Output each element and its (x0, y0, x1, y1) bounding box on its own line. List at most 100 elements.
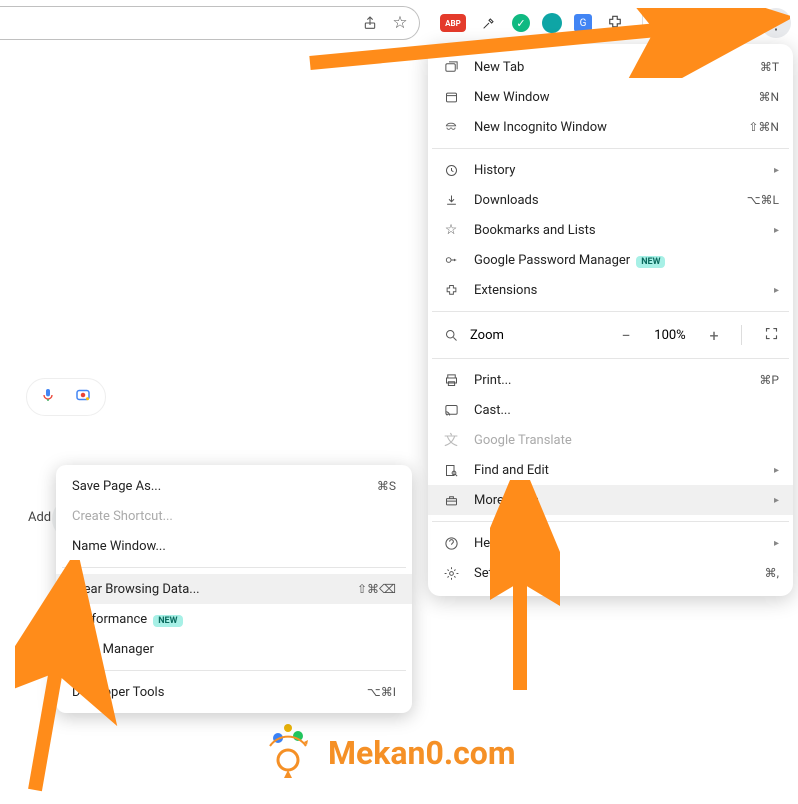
star-icon: ☆ (442, 222, 460, 238)
menu-help[interactable]: Help ▸ (428, 528, 793, 558)
shortcut: ⇧⌘⌫ (357, 582, 396, 596)
menu-label: Settings (474, 566, 751, 581)
divider (432, 311, 789, 312)
incognito-icon (442, 120, 460, 134)
menu-more-tools[interactable]: More Tools ▸ (428, 485, 793, 515)
menu-new-window[interactable]: New Window ⌘N (428, 82, 793, 112)
extensions-puzzle-icon[interactable] (604, 12, 626, 34)
menu-label: New Incognito Window (474, 120, 734, 135)
eyedropper-icon[interactable] (478, 12, 500, 34)
shortcut: ⌥⌘I (367, 685, 396, 699)
grammarly-icon[interactable]: ✓ (512, 14, 530, 32)
chevron-right-icon: ▸ (774, 495, 779, 506)
new-badge: NEW (153, 615, 182, 627)
submenu-clear-browsing-data[interactable]: Clear Browsing Data... ⇧⌘⌫ (56, 574, 412, 604)
menu-label: Bookmarks and Lists (474, 223, 756, 238)
menu-label: Save Page As... (72, 479, 377, 494)
search-tools (26, 378, 106, 416)
separator (642, 12, 643, 34)
separator (741, 325, 742, 345)
menu-label: Help (474, 536, 756, 551)
zoom-icon (442, 328, 460, 343)
menu-password-manager[interactable]: Google Password ManagerNEW (428, 245, 793, 275)
menu-label: Create Shortcut... (72, 509, 396, 524)
menu-label: Find and Edit (474, 463, 756, 478)
shortcut: ⌘T (760, 60, 779, 74)
zoom-value: 100% (647, 328, 693, 343)
chevron-right-icon: ▸ (774, 225, 779, 236)
print-icon (442, 373, 460, 388)
profile-icon[interactable] (727, 12, 749, 34)
menu-new-tab[interactable]: New Tab ⌘T (428, 52, 793, 82)
zoom-in-button[interactable]: + (703, 326, 725, 345)
submenu-create-shortcut: Create Shortcut... (56, 501, 412, 531)
chevron-right-icon: ▸ (774, 165, 779, 176)
gear-icon (442, 566, 460, 581)
divider (62, 567, 406, 568)
abp-icon[interactable]: ABP (440, 14, 466, 32)
menu-zoom: Zoom − 100% + (428, 318, 793, 352)
chevron-right-icon: ▸ (774, 538, 779, 549)
reading-list-icon[interactable] (659, 12, 681, 34)
shortcut: ⌥⌘L (747, 193, 779, 207)
zoom-out-button[interactable]: − (615, 326, 637, 345)
menu-label: Extensions (474, 283, 756, 298)
url-bar[interactable]: ☆ (0, 6, 420, 40)
submenu-developer-tools[interactable]: Developer Tools ⌥⌘I (56, 677, 412, 707)
share-icon[interactable] (359, 12, 381, 34)
menu-label: Print... (474, 373, 745, 388)
submenu-save-page[interactable]: Save Page As... ⌘S (56, 471, 412, 501)
kebab-menu-button[interactable]: ⋮ (761, 8, 791, 38)
mekan0-logo: Mekan0.com (258, 718, 516, 788)
menu-label: Task Manager (72, 642, 396, 657)
new-window-icon (442, 90, 460, 105)
menu-label: New Window (474, 90, 744, 105)
menu-find-edit[interactable]: Find and Edit ▸ (428, 455, 793, 485)
menu-label: History (474, 163, 756, 178)
menu-label: Clear Browsing Data... (72, 582, 357, 597)
logo-text: Mekan0.com (328, 734, 516, 772)
menu-label: Google Translate (474, 433, 779, 448)
menu-label: Cast... (474, 403, 779, 418)
menu-label: New Tab (474, 60, 746, 75)
extension-icons: ABP ✓ G ⋮ (420, 8, 791, 38)
menu-history[interactable]: History ▸ (428, 155, 793, 185)
search-icon (442, 463, 460, 478)
menu-extensions[interactable]: Extensions ▸ (428, 275, 793, 305)
menu-incognito[interactable]: New Incognito Window ⇧⌘N (428, 112, 793, 142)
help-icon (442, 536, 460, 551)
divider (62, 670, 406, 671)
menu-label: Google Password ManagerNEW (474, 253, 779, 268)
menu-print[interactable]: Print... ⌘P (428, 365, 793, 395)
menu-translate: 文 Google Translate (428, 425, 793, 455)
menu-label: More Tools (474, 493, 756, 508)
add-shortcut-label: Add (28, 510, 51, 525)
submenu-name-window[interactable]: Name Window... (56, 531, 412, 561)
google-translate-icon[interactable]: G (574, 14, 592, 32)
toolbox-icon (442, 493, 460, 508)
puzzle-icon (442, 283, 460, 298)
menu-downloads[interactable]: Downloads ⌥⌘L (428, 185, 793, 215)
surfshark-icon[interactable] (542, 13, 562, 33)
download-icon (442, 193, 460, 208)
menu-label: Name Window... (72, 539, 396, 554)
shortcut: ⌘N (758, 90, 779, 104)
menu-cast[interactable]: Cast... (428, 395, 793, 425)
browser-toolbar: ☆ ABP ✓ G ⋮ (0, 0, 798, 46)
fullscreen-icon[interactable] (764, 326, 779, 345)
menu-settings[interactable]: Settings ⌘, (428, 558, 793, 588)
divider (432, 521, 789, 522)
translate-icon: 文 (442, 430, 460, 450)
menu-bookmarks[interactable]: ☆ Bookmarks and Lists ▸ (428, 215, 793, 245)
cast-icon (442, 403, 460, 418)
chevron-right-icon: ▸ (774, 285, 779, 296)
submenu-performance[interactable]: PerformanceNEW (56, 604, 412, 634)
divider (432, 148, 789, 149)
new-tab-icon (442, 60, 460, 75)
menu-label: Downloads (474, 193, 733, 208)
star-icon[interactable]: ☆ (389, 12, 411, 34)
lens-icon[interactable] (74, 386, 92, 408)
voice-search-icon[interactable] (40, 385, 56, 409)
submenu-task-manager[interactable]: Task Manager (56, 634, 412, 664)
side-panel-icon[interactable] (693, 12, 715, 34)
